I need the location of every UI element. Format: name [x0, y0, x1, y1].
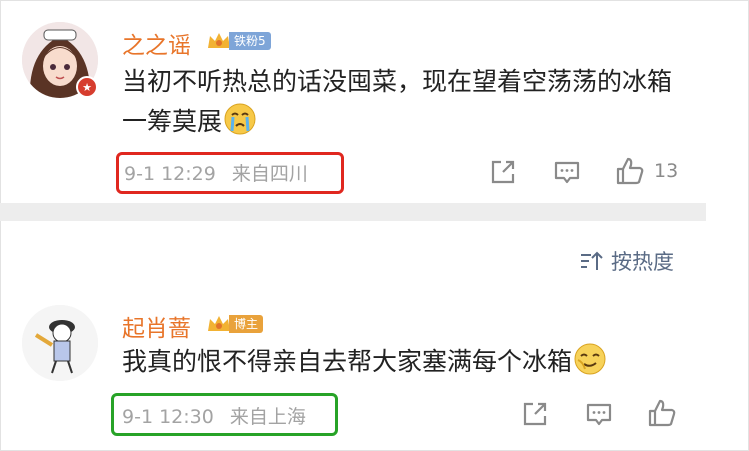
comment-icon — [554, 161, 580, 184]
comment-text: 我真的恨不得亲自去帮大家塞满每个冰箱 — [122, 342, 692, 382]
comment-button[interactable] — [553, 158, 581, 186]
verified-badge-icon: ★ — [76, 76, 98, 98]
like-count: 13 — [654, 160, 679, 182]
avatar[interactable] — [22, 305, 98, 381]
comment-icon — [586, 403, 612, 426]
sort-icon — [581, 251, 603, 270]
comment-button[interactable] — [585, 400, 613, 428]
highlight-box — [111, 393, 338, 436]
username[interactable]: 起肖蔷 — [122, 309, 191, 343]
crying-emoji-icon — [224, 103, 256, 135]
badge-label: 博主 — [229, 315, 264, 333]
comment-text: 当初不听热总的话没囤菜，现在望着空荡荡的冰箱一筹莫展 — [122, 67, 673, 136]
share-icon — [491, 160, 515, 184]
like-button[interactable]: 13 — [615, 156, 678, 186]
section-divider — [0, 203, 706, 221]
smirk-emoji-icon — [574, 343, 606, 375]
highlight-box — [116, 152, 344, 194]
sort-by-hot-button[interactable]: 按热度 — [579, 246, 674, 276]
username[interactable]: 之之谣 — [122, 26, 191, 60]
share-icon — [523, 402, 547, 426]
share-button[interactable] — [489, 158, 517, 186]
fan-badge[interactable]: 铁粉5 — [206, 30, 271, 52]
sort-label: 按热度 — [611, 250, 674, 274]
like-button[interactable] — [647, 398, 677, 428]
share-button[interactable] — [521, 400, 549, 428]
like-icon — [648, 399, 676, 427]
badge-label: 铁粉5 — [229, 32, 271, 50]
blogger-badge[interactable]: 博主 — [206, 313, 264, 335]
like-icon — [616, 157, 644, 185]
